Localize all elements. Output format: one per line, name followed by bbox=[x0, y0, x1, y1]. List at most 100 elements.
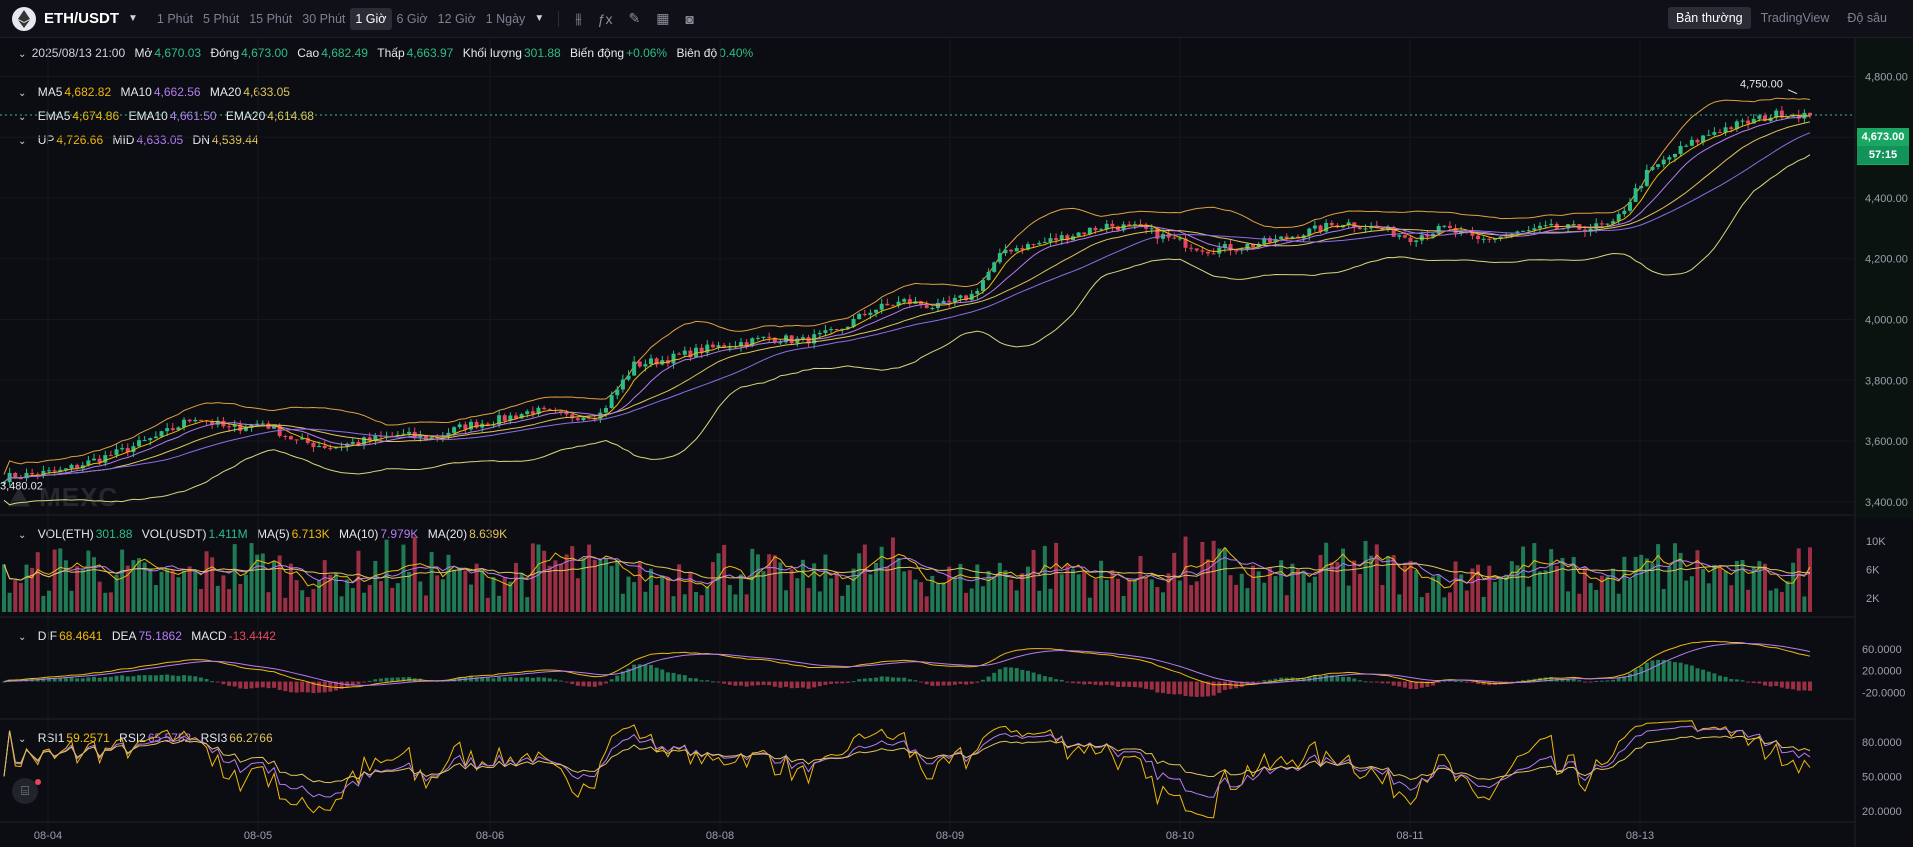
volume-bar-128 bbox=[722, 544, 727, 612]
macd-bar-157 bbox=[885, 676, 890, 682]
macd-bar-90 bbox=[508, 676, 513, 682]
volume-bar-227 bbox=[1279, 560, 1284, 612]
volume-bar-263 bbox=[1481, 596, 1486, 612]
macd-bar-302 bbox=[1701, 669, 1706, 682]
indicator-icon[interactable]: ƒx bbox=[598, 11, 613, 27]
macd-bar-145 bbox=[817, 681, 822, 687]
candle-157 bbox=[885, 303, 890, 306]
macd-bar-29 bbox=[165, 674, 170, 682]
interval-4[interactable]: 1 Giờ bbox=[350, 7, 392, 30]
chat-button[interactable]: ⌸ bbox=[12, 778, 41, 804]
volume-bar-135 bbox=[761, 571, 766, 612]
view-tab-0[interactable]: Bản thường bbox=[1667, 7, 1751, 29]
macd-bar-96 bbox=[542, 677, 547, 682]
view-tab-2[interactable]: Độ sâu bbox=[1839, 7, 1895, 29]
volume-bar-139 bbox=[784, 590, 789, 612]
interval-more-chevron-icon[interactable]: ▼ bbox=[534, 13, 544, 24]
macd-bar-38 bbox=[215, 681, 220, 683]
macd-bar-92 bbox=[519, 677, 524, 682]
macd-bar-104 bbox=[587, 681, 592, 687]
interval-7[interactable]: 1 Ngày bbox=[481, 8, 531, 30]
volume-bar-16 bbox=[92, 557, 97, 612]
macd-bar-148 bbox=[834, 681, 839, 684]
camera-icon[interactable]: ◙ bbox=[685, 11, 693, 27]
macd-bar-152 bbox=[857, 679, 862, 682]
volume-bar-216 bbox=[1217, 548, 1222, 612]
volume-bar-97 bbox=[547, 565, 552, 612]
interval-5[interactable]: 6 Giờ bbox=[392, 8, 433, 30]
time-tick-7: 08-13 bbox=[1626, 830, 1654, 842]
volume-bar-110 bbox=[620, 593, 625, 612]
volume-bar-72 bbox=[407, 571, 412, 612]
macd-bar-250 bbox=[1408, 681, 1413, 689]
interval-3[interactable]: 30 Phút bbox=[297, 8, 350, 30]
candle-111 bbox=[626, 375, 631, 380]
volume-bar-174 bbox=[980, 586, 985, 612]
volume-bar-51 bbox=[288, 563, 293, 612]
macd-bar-124 bbox=[699, 680, 704, 682]
volume-bar-144 bbox=[812, 563, 817, 612]
price-tick-7: 3,400.00 bbox=[1865, 497, 1908, 509]
view-tab-1[interactable]: TradingView bbox=[1753, 7, 1838, 29]
interval-2[interactable]: 15 Phút bbox=[244, 8, 297, 30]
macd-bar-22 bbox=[125, 676, 130, 682]
volume-bar-191 bbox=[1076, 574, 1081, 612]
pair-selector[interactable]: ETH/USDT bbox=[44, 10, 119, 27]
candle-155 bbox=[874, 309, 879, 313]
volume-bar-321 bbox=[1808, 547, 1812, 612]
volume-bar-282 bbox=[1588, 583, 1593, 612]
volume-bar-203 bbox=[1144, 578, 1149, 612]
chart-canvas[interactable]: 4,750.003,480.024,800.004,600.004,400.00… bbox=[0, 38, 1913, 847]
layout-grid-icon[interactable]: ▦ bbox=[656, 10, 669, 27]
macd-bar-123 bbox=[694, 678, 699, 682]
candle-285 bbox=[1605, 223, 1610, 225]
rsi2-line bbox=[3, 725, 1811, 798]
volume-bar-181 bbox=[1020, 573, 1025, 612]
volume-bar-316 bbox=[1779, 592, 1784, 612]
macd-bar-42 bbox=[238, 681, 243, 689]
time-tick-0: 08-04 bbox=[34, 830, 62, 842]
price-tick-4: 4,000.00 bbox=[1865, 314, 1908, 326]
chevron-down-icon[interactable]: ▼ bbox=[128, 13, 138, 24]
volume-bar-36 bbox=[204, 551, 209, 612]
macd-bar-244 bbox=[1374, 681, 1379, 683]
volume-bar-80 bbox=[452, 569, 457, 612]
candle-165 bbox=[930, 308, 935, 310]
volume-bar-240 bbox=[1352, 560, 1357, 612]
macd-bar-164 bbox=[924, 681, 929, 685]
time-tick-5: 08-10 bbox=[1166, 830, 1194, 842]
macd-bar-282 bbox=[1588, 681, 1593, 683]
volume-bar-50 bbox=[283, 597, 288, 612]
macd-bar-238 bbox=[1341, 676, 1346, 682]
draw-pencil-icon[interactable]: ✎ bbox=[628, 10, 640, 27]
volume-bar-176 bbox=[992, 577, 997, 612]
volume-bar-261 bbox=[1470, 568, 1475, 612]
volume-bar-185 bbox=[1042, 545, 1047, 612]
candle-33 bbox=[187, 419, 192, 422]
volume-bar-126 bbox=[710, 562, 715, 612]
macd-bar-136 bbox=[767, 681, 772, 686]
interval-0[interactable]: 1 Phút bbox=[152, 8, 198, 30]
volume-bar-56 bbox=[317, 580, 322, 612]
macd-bar-99 bbox=[558, 680, 563, 682]
candle-type-icon[interactable]: ⫵ bbox=[575, 10, 581, 27]
candle-307 bbox=[1729, 127, 1734, 130]
interval-1[interactable]: 5 Phút bbox=[198, 8, 244, 30]
candle-294 bbox=[1656, 164, 1661, 167]
volume-bar-314 bbox=[1768, 590, 1773, 612]
candle-89 bbox=[502, 415, 507, 421]
macd-bar-185 bbox=[1042, 676, 1047, 682]
interval-6[interactable]: 12 Giờ bbox=[433, 8, 481, 30]
volume-bar-13 bbox=[75, 566, 80, 612]
volume-bar-98 bbox=[553, 560, 558, 612]
macd-bar-155 bbox=[874, 677, 879, 682]
macd-bar-107 bbox=[604, 681, 608, 684]
macd-bar-147 bbox=[829, 681, 834, 684]
view-switcher: Bản thường TradingView Độ sâu bbox=[1667, 7, 1895, 29]
macd-bar-151 bbox=[851, 681, 856, 683]
macd-bar-199 bbox=[1121, 681, 1126, 687]
volume-bar-53 bbox=[300, 590, 305, 612]
candle-309 bbox=[1740, 120, 1745, 122]
volume-bar-85 bbox=[480, 569, 485, 612]
volume-bar-52 bbox=[294, 580, 299, 612]
